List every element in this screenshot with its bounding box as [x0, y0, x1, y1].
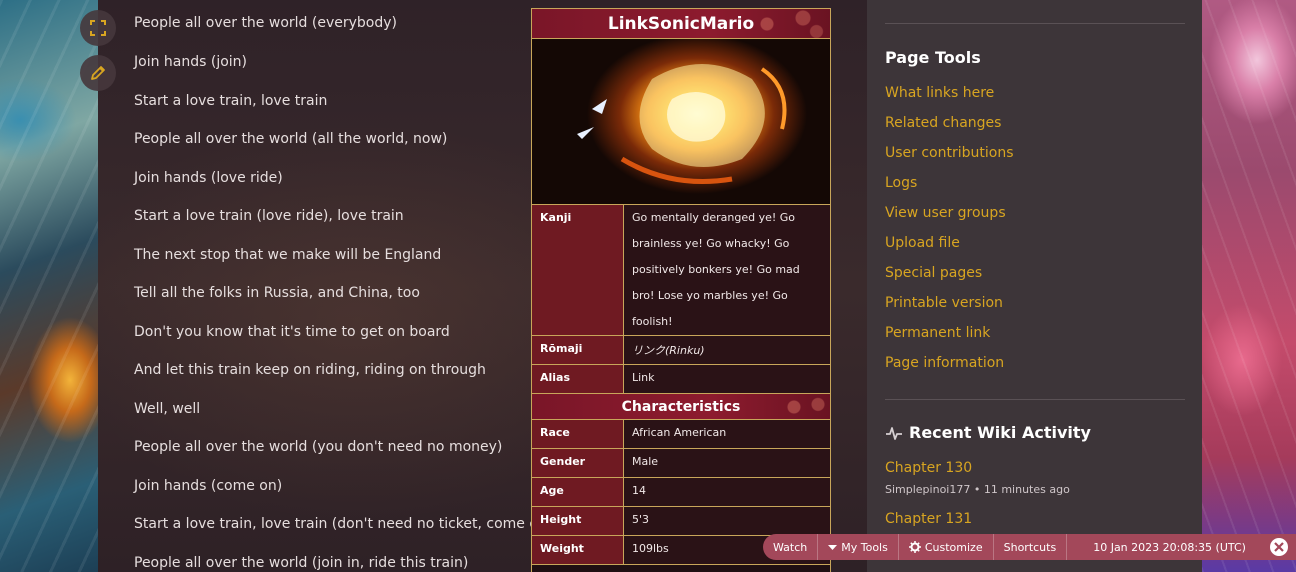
lyric-line: Well, well: [134, 401, 201, 417]
bottom-toolbar: Watch My Tools Customize Shortcuts 10 Ja…: [763, 534, 1296, 560]
my-tools-button[interactable]: My Tools: [818, 534, 899, 560]
infobox-label: Alias: [532, 365, 624, 393]
link-what-links-here[interactable]: What links here: [885, 85, 994, 101]
infobox-row-alias: Alias Link: [532, 365, 830, 394]
infobox-row-race: Race African American: [532, 420, 830, 449]
link-special-pages[interactable]: Special pages: [885, 265, 982, 281]
lyric-line: Start a love train, love train (don't ne…: [134, 516, 553, 532]
lyric-line: Join hands (join): [134, 54, 248, 70]
infobox-row-age: Age 14: [532, 478, 830, 507]
infobox-value: リンク(Rinku): [624, 336, 830, 364]
infobox-value: Go mentally deranged ye! Go brainless ye…: [624, 205, 830, 335]
recent-activity-header: Recent Wiki Activity: [885, 423, 1091, 442]
gear-icon: [908, 541, 921, 553]
infobox-row-height: Height 5'3: [532, 507, 830, 536]
activity-item-title[interactable]: Chapter 131: [885, 511, 972, 527]
infobox-label: Age: [532, 478, 624, 506]
page-tools-title: Page Tools: [885, 48, 981, 67]
lyric-line: And let this train keep on riding, ridin…: [134, 362, 486, 378]
link-printable-version[interactable]: Printable version: [885, 295, 1003, 311]
lyric-line: Tell all the folks in Russia, and China,…: [134, 285, 420, 301]
utc-clock: 10 Jan 2023 20:08:35 (UTC): [1093, 540, 1246, 554]
shortcuts-label: Shortcuts: [1003, 540, 1057, 554]
link-permanent-link[interactable]: Permanent link: [885, 325, 990, 341]
lyric-line: People all over the world (all the world…: [134, 131, 448, 147]
pencil-icon: [91, 66, 105, 80]
customize-button[interactable]: Customize: [899, 534, 994, 560]
infobox-label: Kanji: [532, 205, 624, 335]
activity-item-title[interactable]: Chapter 130: [885, 460, 972, 476]
lyric-line: People all over the world (you don't nee…: [134, 439, 503, 455]
lyric-line: Join hands (come on): [134, 478, 283, 494]
infobox-label: Gender: [532, 449, 624, 477]
customize-label: Customize: [924, 540, 983, 554]
lyric-line: Start a love train, love train: [134, 93, 328, 109]
lyric-line: People all over the world (everybody): [134, 15, 397, 31]
link-related-changes[interactable]: Related changes: [885, 115, 1001, 131]
infobox-value: 14: [624, 478, 830, 506]
infobox-label: Race: [532, 420, 624, 448]
infobox-label: Height: [532, 507, 624, 535]
fire-burst-art: [577, 64, 787, 184]
activity-item-meta: Simplepinoi177 • 11 minutes ago: [885, 483, 1070, 496]
infobox-row-romaji: Rōmaji リンク(Rinku): [532, 336, 830, 365]
infobox-label: Rōmaji: [532, 336, 624, 364]
infobox-value: Male: [624, 449, 830, 477]
my-tools-label: My Tools: [841, 540, 888, 554]
fullscreen-button[interactable]: [80, 10, 116, 46]
infobox-label: Weight: [532, 536, 624, 564]
lyric-line: Start a love train (love ride), love tra…: [134, 208, 404, 224]
caret-down-icon: [828, 544, 838, 550]
infobox-row-gender: Gender Male: [532, 449, 830, 478]
lyric-line: Don't you know that it's time to get on …: [134, 324, 450, 340]
lyric-line: People all over the world (join in, ride…: [134, 555, 469, 571]
sidebar-divider: [885, 399, 1185, 400]
watch-button[interactable]: Watch: [763, 534, 819, 560]
lyric-line: Join hands (love ride): [134, 170, 283, 186]
edit-button[interactable]: [80, 55, 116, 91]
background-art-right: [1202, 0, 1296, 572]
link-view-user-groups[interactable]: View user groups: [885, 205, 1006, 221]
infobox-value: African American: [624, 420, 830, 448]
infobox-value: Link: [624, 365, 830, 393]
recent-activity-title: Recent Wiki Activity: [909, 423, 1091, 442]
infobox-value: 5'3: [624, 507, 830, 535]
link-page-information[interactable]: Page information: [885, 355, 1004, 371]
infobox-section-header: Characteristics: [532, 394, 830, 420]
link-logs[interactable]: Logs: [885, 175, 917, 191]
shortcuts-button[interactable]: Shortcuts: [994, 534, 1068, 560]
close-toolbar-button[interactable]: [1270, 538, 1288, 556]
infobox-title: LinkSonicMario: [532, 9, 830, 39]
link-user-contributions[interactable]: User contributions: [885, 145, 1014, 161]
background-art-left: [0, 0, 98, 572]
sidebar-divider: [885, 23, 1185, 24]
close-icon: [1274, 542, 1284, 552]
infobox-row-kanji: Kanji Go mentally deranged ye! Go brainl…: [532, 205, 830, 336]
character-image: [532, 39, 830, 205]
character-infobox: LinkSonicMario Kanji Go mentally derange…: [531, 8, 831, 572]
activity-icon: [886, 426, 902, 440]
watch-label: Watch: [773, 540, 808, 554]
fullscreen-icon: [90, 20, 106, 36]
lyric-line: The next stop that we make will be Engla…: [134, 247, 442, 263]
link-upload-file[interactable]: Upload file: [885, 235, 960, 251]
